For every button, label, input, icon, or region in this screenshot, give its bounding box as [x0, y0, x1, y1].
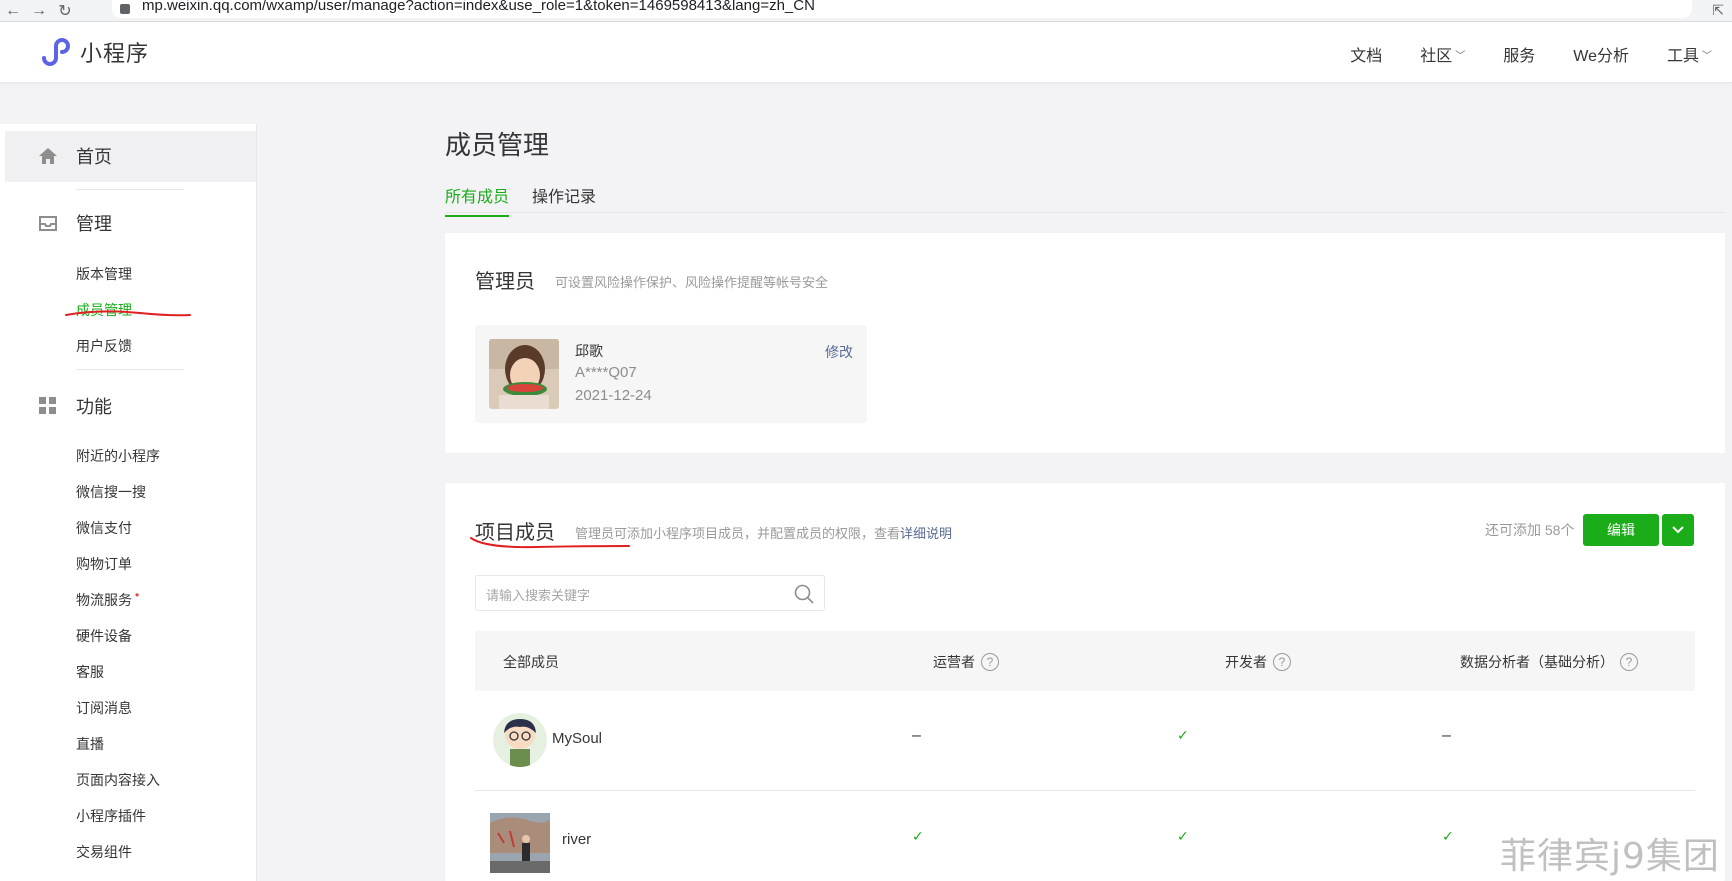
notification-dot: •: [135, 588, 140, 602]
edit-dropdown-button[interactable]: [1662, 514, 1694, 546]
admin-card: 管理员 可设置风险操作保护、风险操作提醒等帐号安全 邱歌 A****Q07 20…: [445, 233, 1725, 453]
column-operator: 运营者?: [933, 652, 999, 672]
sidebar-item-hardware[interactable]: 硬件设备: [76, 626, 132, 646]
admin-info: 邱歌 A****Q07 2021-12-24 修改: [475, 325, 867, 423]
avatar: [490, 813, 550, 873]
nav-community[interactable]: 社区 ﹀: [1420, 42, 1465, 66]
table-header: 全部成员 运营者? 开发者? 数据分析者（基础分析）?: [475, 631, 1695, 691]
developer-value: ✓: [1177, 727, 1189, 743]
tab-operation-log[interactable]: 操作记录: [532, 183, 596, 215]
sidebar-item-orders[interactable]: 购物订单: [76, 554, 132, 574]
top-nav: 文档 社区 ﹀ 服务 We分析 工具 ﹀: [1312, 42, 1712, 66]
inbox-icon: [38, 213, 58, 233]
sidebar-item-members[interactable]: 成员管理: [76, 300, 132, 320]
sidebar-group-features[interactable]: 功能: [38, 393, 112, 419]
sidebar-item-search[interactable]: 微信搜一搜: [76, 482, 146, 502]
edit-button[interactable]: 编辑: [1583, 514, 1659, 546]
sidebar-item-logistics[interactable]: 物流服务 •: [76, 588, 140, 610]
miniprogram-logo-icon: [42, 38, 70, 66]
admin-section-desc: 可设置风险操作保护、风险操作提醒等帐号安全: [555, 275, 829, 290]
table-row: MySoul – ✓ –: [475, 691, 1695, 791]
sidebar-item-service[interactable]: 客服: [76, 662, 104, 682]
avatar: [489, 339, 559, 409]
member-name: river: [562, 831, 592, 848]
member-name: MySoul: [552, 730, 603, 747]
developer-value: ✓: [1177, 828, 1189, 844]
nav-we-analytics[interactable]: We分析: [1573, 42, 1629, 66]
analyst-value: ✓: [1442, 828, 1454, 844]
members-card: 项目成员 管理员可添加小程序项目成员，并配置成员的权限，查看详细说明 还可添加 …: [445, 483, 1725, 881]
sidebar-item-version[interactable]: 版本管理: [76, 264, 132, 284]
search-icon[interactable]: [794, 584, 814, 604]
browser-toolbar: ← → ↻ mp.weixin.qq.com/wxamp/user/manage…: [0, 0, 1732, 22]
sidebar-item-subscribe[interactable]: 订阅消息: [76, 698, 132, 718]
chevron-down-icon: ﹀: [1702, 50, 1712, 62]
analyst-value: –: [1442, 727, 1451, 744]
modify-link[interactable]: 修改: [825, 342, 853, 362]
search-placeholder: 请输入搜索关键字: [486, 588, 591, 603]
lock-icon: [120, 4, 130, 14]
admin-section-title: 管理员: [475, 271, 535, 293]
sidebar-item-live[interactable]: 直播: [76, 734, 104, 754]
sidebar-item-home[interactable]: 首页: [38, 143, 112, 169]
sidebar-item-feedback[interactable]: 用户反馈: [76, 336, 132, 356]
admin-name: 邱歌: [575, 343, 603, 359]
admin-date: 2021-12-24: [575, 387, 652, 404]
chevron-down-icon: [1672, 526, 1684, 534]
help-icon[interactable]: ?: [1273, 653, 1291, 671]
forward-arrow-icon[interactable]: →: [26, 0, 52, 22]
address-bar[interactable]: mp.weixin.qq.com/wxamp/user/manage?actio…: [112, 0, 1692, 18]
grid-icon: [38, 396, 58, 416]
help-icon[interactable]: ?: [1620, 653, 1638, 671]
column-developer: 开发者?: [1225, 652, 1291, 672]
column-analyst: 数据分析者（基础分析）?: [1460, 652, 1638, 672]
members-section-desc: 管理员可添加小程序项目成员，并配置成员的权限，查看详细说明: [575, 526, 953, 541]
sidebar-item-pay[interactable]: 微信支付: [76, 518, 132, 538]
divider: [76, 369, 184, 370]
tabs: 所有成员 操作记录: [445, 183, 1725, 217]
nav-docs[interactable]: 文档: [1350, 42, 1382, 66]
top-header: 小程序 文档 社区 ﹀ 服务 We分析 工具 ﹀: [0, 22, 1732, 83]
remaining-count: 还可添加 58个: [1485, 522, 1575, 538]
sidebar-item-nearby[interactable]: 附近的小程序: [76, 446, 160, 466]
url-text: mp.weixin.qq.com/wxamp/user/manage?actio…: [142, 0, 815, 14]
reload-icon[interactable]: ↻: [52, 0, 78, 22]
page-title: 成员管理: [445, 130, 550, 160]
sidebar-item-trade[interactable]: 交易组件: [76, 842, 132, 862]
members-section-title: 项目成员: [475, 522, 555, 544]
avatar: [493, 713, 547, 767]
logo[interactable]: 小程序: [38, 36, 149, 68]
help-icon[interactable]: ?: [981, 653, 999, 671]
tab-all-members[interactable]: 所有成员: [445, 183, 510, 217]
operator-value: –: [912, 727, 921, 744]
share-icon[interactable]: ⇱: [1712, 2, 1724, 19]
column-all-members[interactable]: 全部成员: [503, 652, 559, 672]
operator-value: ✓: [912, 828, 924, 844]
sidebar-item-plugin[interactable]: 小程序插件: [76, 806, 146, 826]
home-icon: [38, 146, 58, 166]
sidebar-item-content[interactable]: 页面内容接入: [76, 770, 160, 790]
sidebar: 首页 管理 版本管理 成员管理 用户反馈 功能 附近的小程序 微信搜一搜 微信支…: [0, 124, 257, 881]
logo-text: 小程序: [80, 41, 150, 66]
back-arrow-icon[interactable]: ←: [0, 0, 26, 22]
chevron-down-icon: ﹀: [1455, 50, 1466, 62]
divider: [76, 189, 184, 190]
nav-tools[interactable]: 工具 ﹀: [1667, 42, 1712, 66]
sidebar-group-manage[interactable]: 管理: [38, 210, 112, 236]
nav-services[interactable]: 服务: [1503, 42, 1535, 66]
admin-account: A****Q07: [575, 364, 637, 381]
details-link[interactable]: 详细说明: [900, 526, 952, 541]
search-input[interactable]: 请输入搜索关键字: [475, 575, 825, 611]
watermark: 菲律宾j9集团: [1500, 836, 1720, 877]
